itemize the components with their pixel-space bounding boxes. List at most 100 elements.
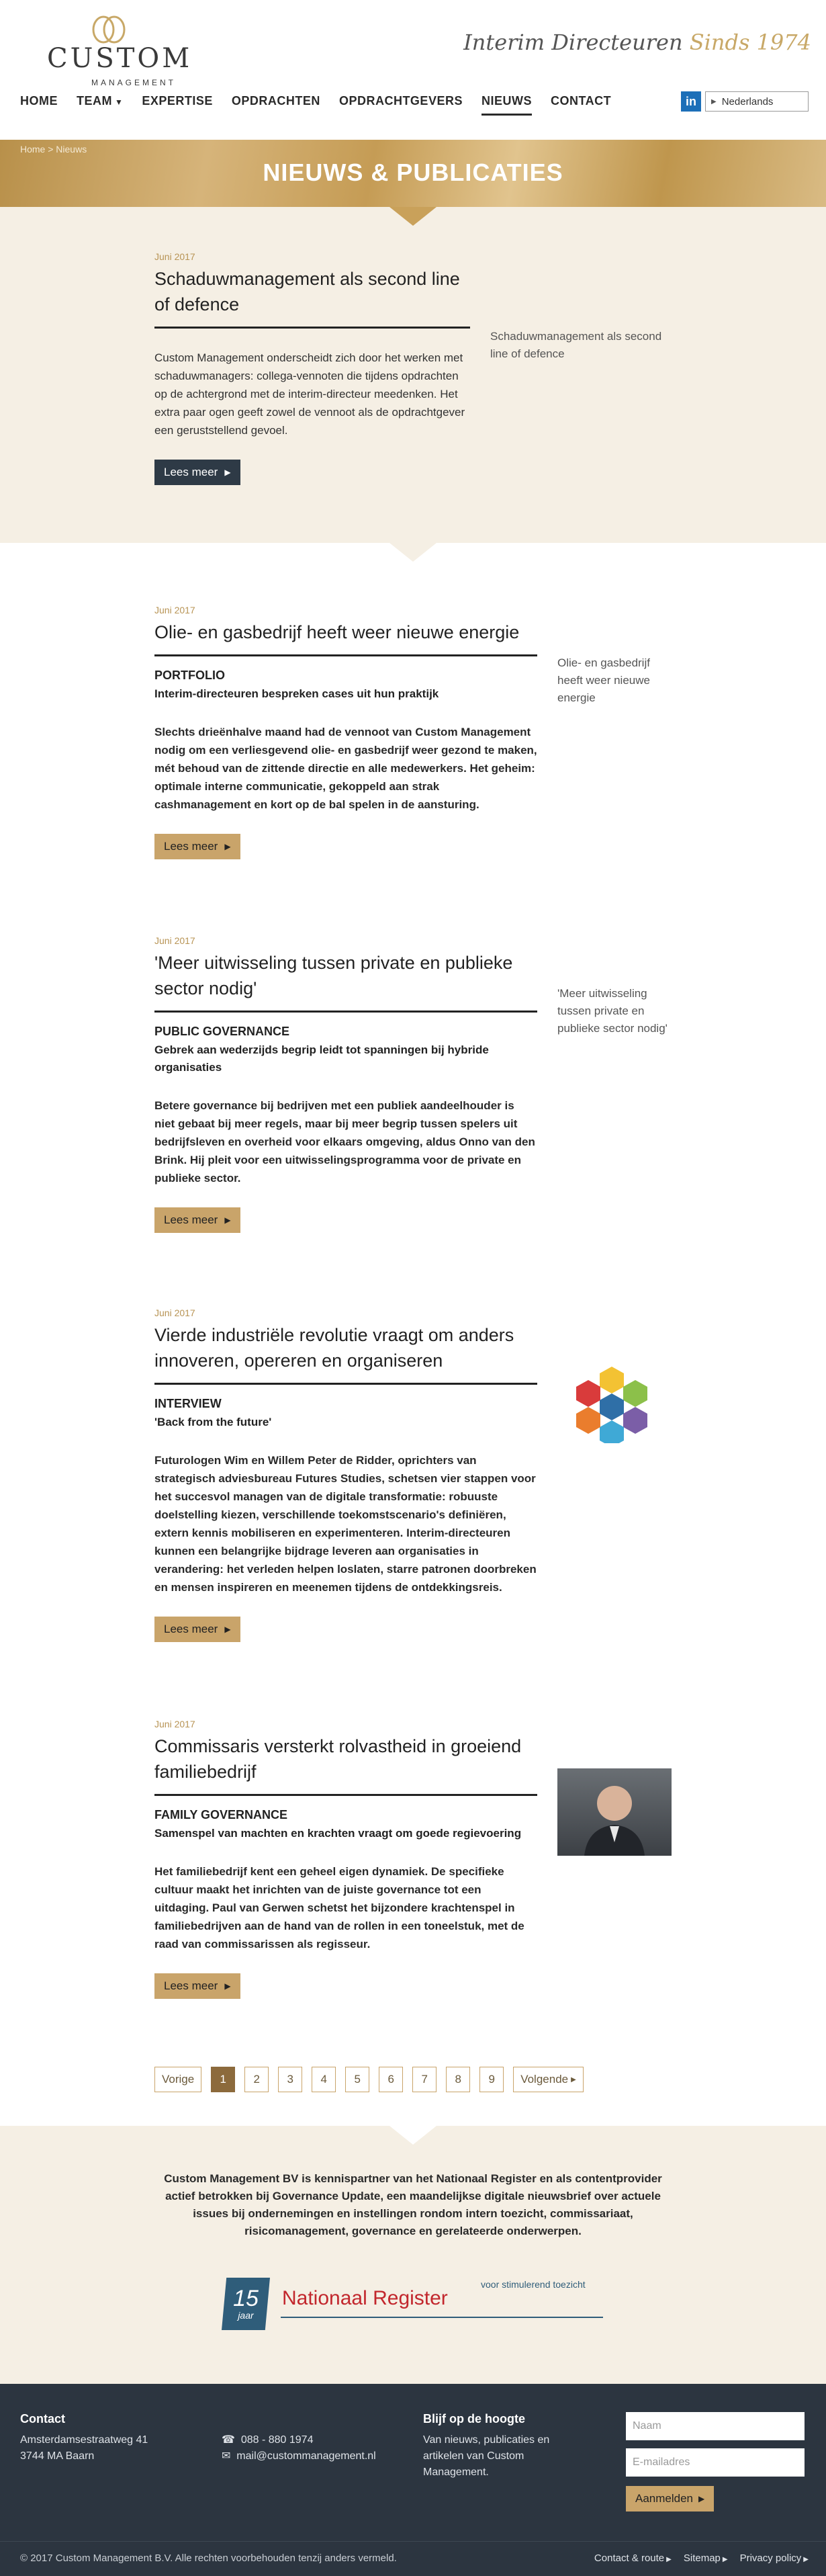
nav-expertise[interactable]: EXPERTISE: [142, 94, 213, 116]
site-footer: Contact Amsterdamsestraatweg 41 3744 MA …: [0, 2384, 826, 2576]
hexagon-diagram-image[interactable]: [561, 1363, 662, 1443]
article-title[interactable]: Schaduwmanagement als second line of def…: [154, 266, 470, 329]
footer-newsletter-text: Van nieuws, publicaties en artikelen van…: [423, 2434, 550, 2478]
pagination-prev[interactable]: Vorige: [154, 2067, 202, 2092]
footer-newsletter-heading: Blijf op de hoogte: [423, 2412, 525, 2425]
caret-right-icon: ▶: [571, 2075, 576, 2084]
article-body: Custom Management onderscheidt zich door…: [154, 351, 465, 437]
copyright: © 2017 Custom Management B.V. Alle recht…: [20, 2552, 397, 2564]
article-subtitle: Samenspel van machten en krachten vraagt…: [154, 1827, 522, 1840]
article-side-caption: Olie- en gasbedrijf heeft weer nieuwe en…: [557, 656, 650, 704]
phone-icon: ☎: [222, 2434, 235, 2446]
nr-register-name[interactable]: Nationaal Register: [282, 2287, 448, 2310]
read-more-button[interactable]: Lees meer ▶: [154, 460, 240, 485]
pagination-page[interactable]: 8: [446, 2067, 471, 2092]
person-silhouette-icon: [584, 1786, 645, 1856]
pagination-page[interactable]: 9: [479, 2067, 504, 2092]
page-banner: Home > Nieuws NIEUWS & PUBLICATIES: [0, 140, 826, 207]
article-body: Slechts drieënhalve maand had de vennoot…: [154, 726, 537, 811]
caret-right-icon: ▶: [698, 2494, 705, 2503]
caret-right-icon: ▶: [224, 1625, 231, 1634]
read-more-button[interactable]: Lees meer ▶: [154, 834, 240, 859]
pagination-page[interactable]: 4: [312, 2067, 336, 2092]
pagination-next[interactable]: Volgende ▶: [513, 2067, 584, 2092]
footer-email[interactable]: ✉ mail@custommanagement.nl: [222, 2448, 376, 2464]
logo[interactable]: CUSTOM MANAGEMENT: [47, 13, 189, 87]
article-date: Juni 2017: [154, 1719, 195, 1729]
read-more-label: Lees meer: [164, 466, 218, 478]
read-more-button[interactable]: Lees meer ▶: [154, 1617, 240, 1642]
logo-text: CUSTOM: [47, 43, 193, 74]
article-title[interactable]: Olie- en gasbedrijf heeft weer nieuwe en…: [154, 619, 537, 656]
nav-contact[interactable]: CONTACT: [551, 94, 611, 116]
section-notch: [389, 2126, 437, 2145]
read-more-label: Lees meer: [164, 1979, 218, 1992]
nav-opdrachten[interactable]: OPDRACHTEN: [232, 94, 320, 116]
footer-link-sitemap[interactable]: Sitemap ▶: [684, 2552, 728, 2564]
article-date: Juni 2017: [154, 1307, 195, 1318]
linkedin-icon[interactable]: in: [681, 91, 701, 112]
person-photo[interactable]: [557, 1768, 672, 1856]
language-select[interactable]: ▶ Nederlands: [705, 91, 809, 112]
article-category: PORTFOLIO: [154, 669, 225, 682]
nav-team-label: TEAM: [77, 94, 112, 108]
article-item: Juni 2017 Schaduwmanagement als second l…: [0, 207, 826, 543]
nav-team[interactable]: TEAM ▼: [77, 94, 123, 116]
language-value: Nederlands: [721, 95, 774, 108]
nr-register-sub: voor stimulerend toezicht: [481, 2279, 586, 2290]
article-body: Futurologen Wim en Willem Peter de Ridde…: [154, 1454, 537, 1594]
nr-badge-logo: 15 jaar: [222, 2278, 270, 2330]
nav-utilities: in ▶ Nederlands: [681, 91, 809, 112]
article-subtitle: Gebrek aan wederzijds begrip leidt tot s…: [154, 1043, 489, 1074]
pagination-page[interactable]: 6: [379, 2067, 404, 2092]
tagline: Interim Directeuren Sinds 1974: [463, 30, 811, 55]
nav-home[interactable]: HOME: [20, 94, 58, 116]
article-subtitle: Interim-directeuren bespreken cases uit …: [154, 687, 439, 700]
caret-right-icon: ▶: [722, 2556, 728, 2563]
article-item: Juni 2017 Olie- en gasbedrijf heeft weer…: [0, 605, 826, 859]
article-title[interactable]: Commissaris versterkt rolvastheid in gro…: [154, 1733, 537, 1796]
main-nav: HOME TEAM ▼ EXPERTISE OPDRACHTEN OPDRACHT…: [20, 94, 611, 116]
article-body: Het familiebedrijf kent een geheel eigen…: [154, 1865, 524, 1950]
pagination-page[interactable]: 3: [278, 2067, 303, 2092]
section-notch: [389, 543, 437, 562]
nr-badge-number: 15: [233, 2286, 259, 2311]
pagination-page[interactable]: 5: [345, 2067, 370, 2092]
subscribe-button[interactable]: Aanmelden ▶: [626, 2486, 715, 2511]
site-header: CUSTOM MANAGEMENT Interim Directeuren Si…: [0, 0, 826, 101]
footer-address-line1: Amsterdamsestraatweg 41: [20, 2434, 148, 2446]
caret-right-icon: ▶: [224, 1215, 231, 1225]
name-input[interactable]: Naam: [626, 2412, 805, 2440]
footer-phone[interactable]: ☎ 088 - 880 1974: [222, 2432, 313, 2448]
article-category: FAMILY GOVERNANCE: [154, 1808, 288, 1821]
article-category: PUBLIC GOVERNANCE: [154, 1025, 290, 1038]
read-more-button[interactable]: Lees meer ▶: [154, 1973, 240, 1999]
partner-section: Custom Management BV is kennispartner va…: [0, 2126, 826, 2384]
envelope-icon: ✉: [222, 2450, 231, 2462]
pagination-page[interactable]: 2: [244, 2067, 269, 2092]
partner-text: Custom Management BV is kennispartner va…: [164, 2172, 662, 2237]
logo-rings-icon: [92, 15, 126, 44]
footer-link-contact-label: Contact & route: [594, 2552, 665, 2564]
nav-nieuws[interactable]: NIEUWS: [481, 94, 532, 116]
article-date: Juni 2017: [154, 935, 195, 946]
article-title[interactable]: Vierde industriële revolutie vraagt om a…: [154, 1322, 537, 1385]
article-title[interactable]: 'Meer uitwisseling tussen private en pub…: [154, 950, 537, 1013]
footer-contact-heading: Contact: [20, 2412, 65, 2425]
article-side-caption: 'Meer uitwisseling tussen private en pub…: [557, 987, 668, 1035]
email-input[interactable]: E-mailadres: [626, 2448, 805, 2477]
read-more-button[interactable]: Lees meer ▶: [154, 1207, 240, 1233]
subscribe-label: Aanmelden: [635, 2492, 694, 2505]
read-more-label: Lees meer: [164, 1213, 218, 1226]
footer-bottom-bar: © 2017 Custom Management B.V. Alle recht…: [0, 2541, 826, 2576]
footer-link-privacy[interactable]: Privacy policy ▶: [740, 2552, 809, 2564]
caret-right-icon: ▶: [666, 2556, 672, 2563]
tagline-main: Interim Directeuren: [463, 30, 683, 55]
pagination-page[interactable]: 1: [211, 2067, 236, 2092]
breadcrumb[interactable]: Home > Nieuws: [20, 144, 87, 155]
nr-badge-word: jaar: [238, 2310, 254, 2321]
pagination-page[interactable]: 7: [412, 2067, 437, 2092]
footer-link-contact[interactable]: Contact & route ▶: [594, 2552, 672, 2564]
nr-divider: [281, 2317, 603, 2318]
nav-opdrachtgevers[interactable]: OPDRACHTGEVERS: [339, 94, 463, 116]
